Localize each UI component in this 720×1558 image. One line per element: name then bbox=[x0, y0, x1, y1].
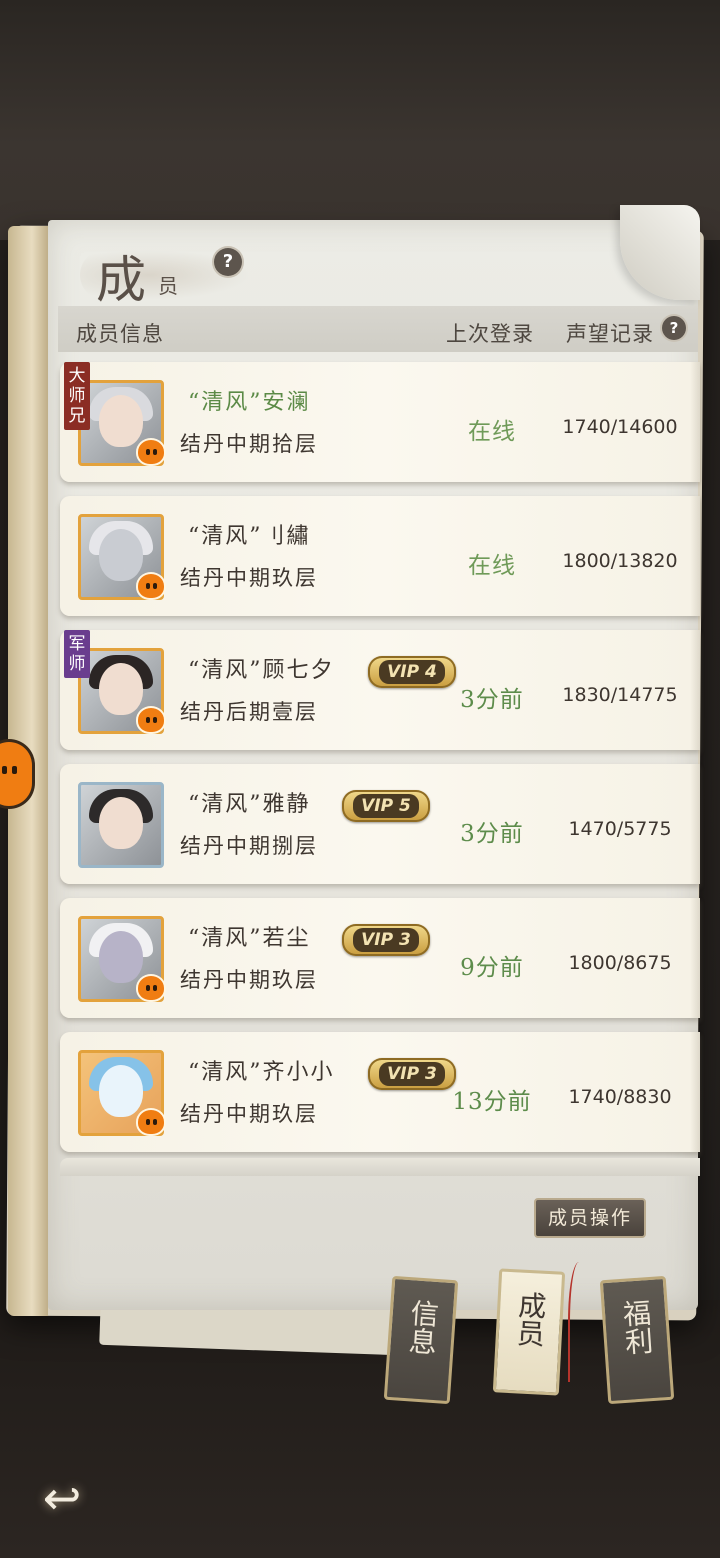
tab-welfare-label: 福利 bbox=[618, 1297, 656, 1357]
member-status: 在线 bbox=[468, 419, 516, 445]
member-name: “清风”若尘 bbox=[188, 926, 311, 951]
vip-badge: VIP 5 bbox=[342, 790, 430, 822]
member-row[interactable]: “清风”刂繡 结丹中期玖层 在线 1800/13820 bbox=[60, 496, 700, 616]
pet-icon bbox=[138, 574, 164, 598]
orange-pet-icon[interactable] bbox=[0, 742, 32, 806]
member-row[interactable]: “清风”若尘 VIP 3 结丹中期玖层 9分前 1800/8675 bbox=[60, 898, 700, 1018]
member-name: “清风”刂繡 bbox=[188, 524, 311, 549]
member-name: “清风”齐小小 bbox=[188, 1060, 335, 1085]
header-last-login: 上次登录 bbox=[446, 322, 534, 346]
header-member-info: 成员信息 bbox=[76, 322, 164, 346]
member-status: 3分前 bbox=[460, 687, 524, 713]
role-tag: 军师 bbox=[64, 630, 90, 678]
member-name: “清风”顾七夕 bbox=[188, 658, 335, 683]
pet-icon bbox=[138, 976, 164, 1000]
member-reputation: 1800/13820 bbox=[562, 550, 678, 572]
member-rank: 结丹中期捌层 bbox=[180, 834, 318, 858]
back-arrow-icon[interactable]: ↩ bbox=[30, 1466, 94, 1530]
member-status: 13分前 bbox=[452, 1089, 532, 1115]
member-table-header: 成员信息 上次登录 声望记录 ? bbox=[58, 306, 698, 352]
member-row[interactable]: 大师兄 “清风”安澜 结丹中期拾层 在线 1740/14600 bbox=[60, 362, 700, 482]
tab-string-decoration bbox=[568, 1262, 590, 1382]
pet-icon bbox=[138, 1110, 164, 1134]
vip-badge: VIP 3 bbox=[342, 924, 430, 956]
member-status: 3分前 bbox=[460, 821, 524, 847]
pet-icon bbox=[138, 440, 164, 464]
header-reputation: 声望记录 bbox=[566, 322, 654, 346]
tab-welfare[interactable]: 福利 bbox=[599, 1275, 675, 1405]
member-reputation: 1740/8830 bbox=[568, 1086, 672, 1108]
member-reputation: 1830/14775 bbox=[562, 684, 678, 706]
tab-members-label: 成员 bbox=[512, 1290, 549, 1348]
member-rank: 结丹中期玖层 bbox=[180, 1102, 318, 1126]
role-tag: 大师兄 bbox=[64, 362, 90, 430]
tab-info-label: 信息 bbox=[403, 1297, 441, 1357]
page-title-suffix: 员 bbox=[158, 274, 178, 298]
member-reputation: 1740/14600 bbox=[562, 416, 678, 438]
member-row[interactable]: “清风”雅静 VIP 5 结丹中期捌层 3分前 1470/5775 bbox=[60, 764, 700, 884]
member-status: 9分前 bbox=[460, 955, 524, 981]
avatar[interactable] bbox=[78, 782, 164, 868]
member-rank: 结丹中期玖层 bbox=[180, 566, 318, 590]
member-rank: 结丹中期拾层 bbox=[180, 432, 318, 456]
member-rank: 结丹后期壹层 bbox=[180, 700, 318, 724]
member-name: “清风”雅静 bbox=[188, 792, 311, 817]
member-row[interactable]: “清风”齐小小 VIP 3 结丹中期玖层 13分前 1740/8830 bbox=[60, 1032, 700, 1152]
next-row-peek bbox=[60, 1158, 700, 1176]
member-row[interactable]: 军师 “清风”顾七夕 VIP 4 结丹后期壹层 3分前 1830/14775 bbox=[60, 630, 700, 750]
question-circle-icon[interactable]: ? bbox=[662, 316, 686, 340]
member-status: 在线 bbox=[468, 553, 516, 579]
background-shelf bbox=[0, 0, 720, 240]
member-rank: 结丹中期玖层 bbox=[180, 968, 318, 992]
page-title: 成 bbox=[96, 251, 148, 309]
tab-members[interactable]: 成员 bbox=[492, 1268, 566, 1396]
member-name: “清风”安澜 bbox=[188, 390, 311, 415]
member-reputation: 1470/5775 bbox=[568, 818, 672, 840]
pet-icon bbox=[138, 708, 164, 732]
member-reputation: 1800/8675 bbox=[568, 952, 672, 974]
question-circle-icon[interactable]: ? bbox=[214, 248, 242, 276]
member-ops-button[interactable]: 成员操作 bbox=[534, 1198, 646, 1238]
tab-info[interactable]: 信息 bbox=[383, 1275, 459, 1405]
